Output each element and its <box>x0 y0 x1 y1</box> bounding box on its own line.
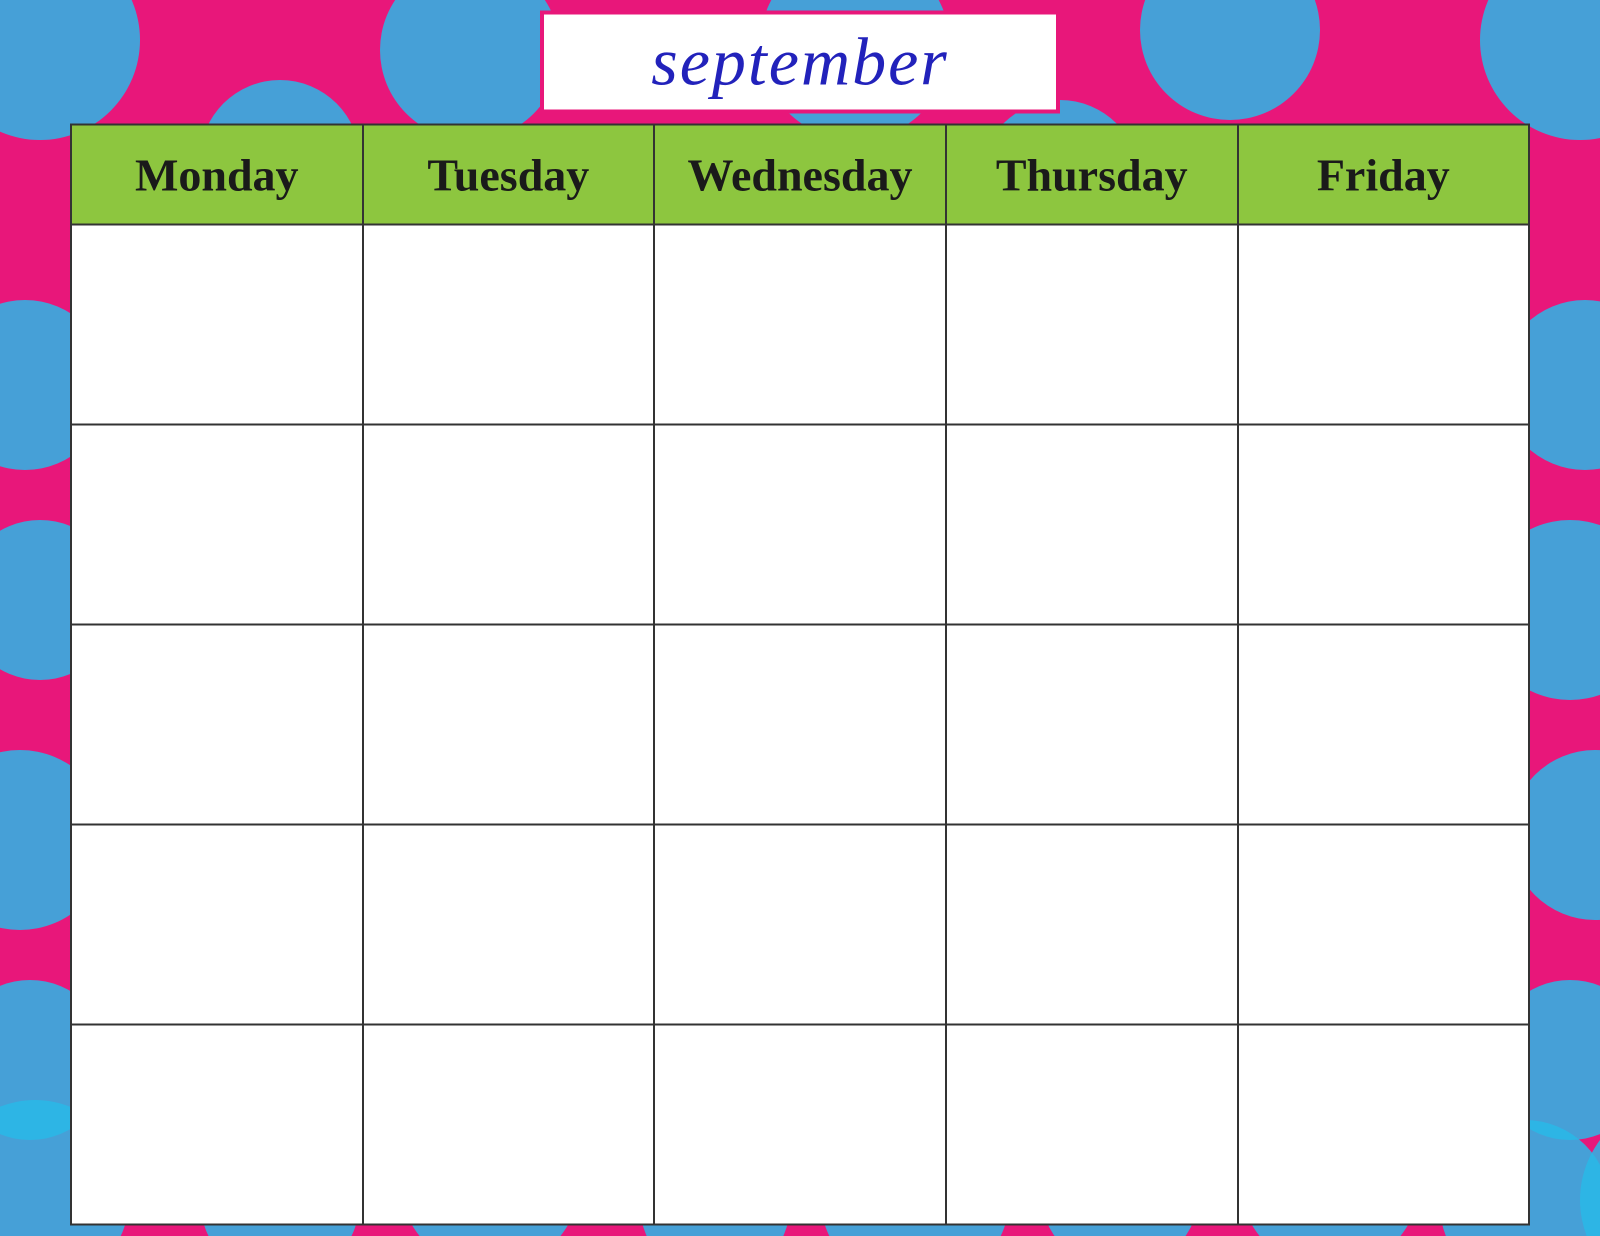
month-title-box: september <box>540 11 1060 114</box>
cell-r5c1[interactable] <box>71 1025 363 1225</box>
calendar-row <box>71 825 1529 1025</box>
cell-r1c5[interactable] <box>1238 225 1529 425</box>
calendar-table: Monday Tuesday Wednesday Thursday Friday <box>70 124 1530 1226</box>
cell-r4c5[interactable] <box>1238 825 1529 1025</box>
cell-r4c3[interactable] <box>654 825 946 1025</box>
cell-r3c1[interactable] <box>71 625 363 825</box>
cell-r5c2[interactable] <box>363 1025 655 1225</box>
header-monday: Monday <box>71 125 363 225</box>
calendar-row <box>71 225 1529 425</box>
calendar-row <box>71 425 1529 625</box>
calendar-row <box>71 625 1529 825</box>
cell-r1c2[interactable] <box>363 225 655 425</box>
cell-r3c4[interactable] <box>946 625 1238 825</box>
month-title: september <box>651 24 948 100</box>
calendar-row <box>71 1025 1529 1225</box>
cell-r4c2[interactable] <box>363 825 655 1025</box>
cell-r5c5[interactable] <box>1238 1025 1529 1225</box>
cell-r3c5[interactable] <box>1238 625 1529 825</box>
cell-r4c1[interactable] <box>71 825 363 1025</box>
cell-r2c4[interactable] <box>946 425 1238 625</box>
cell-r3c2[interactable] <box>363 625 655 825</box>
cell-r5c4[interactable] <box>946 1025 1238 1225</box>
cell-r4c4[interactable] <box>946 825 1238 1025</box>
cell-r2c5[interactable] <box>1238 425 1529 625</box>
calendar-header-row: Monday Tuesday Wednesday Thursday Friday <box>71 125 1529 225</box>
cell-r5c3[interactable] <box>654 1025 946 1225</box>
cell-r1c4[interactable] <box>946 225 1238 425</box>
calendar-wrapper: september Monday Tuesday Wednesday Thurs… <box>60 11 1540 1226</box>
cell-r3c3[interactable] <box>654 625 946 825</box>
header-friday: Friday <box>1238 125 1529 225</box>
cell-r1c1[interactable] <box>71 225 363 425</box>
cell-r1c3[interactable] <box>654 225 946 425</box>
cell-r2c2[interactable] <box>363 425 655 625</box>
header-wednesday: Wednesday <box>654 125 946 225</box>
header-thursday: Thursday <box>946 125 1238 225</box>
header-tuesday: Tuesday <box>363 125 655 225</box>
cell-r2c3[interactable] <box>654 425 946 625</box>
cell-r2c1[interactable] <box>71 425 363 625</box>
